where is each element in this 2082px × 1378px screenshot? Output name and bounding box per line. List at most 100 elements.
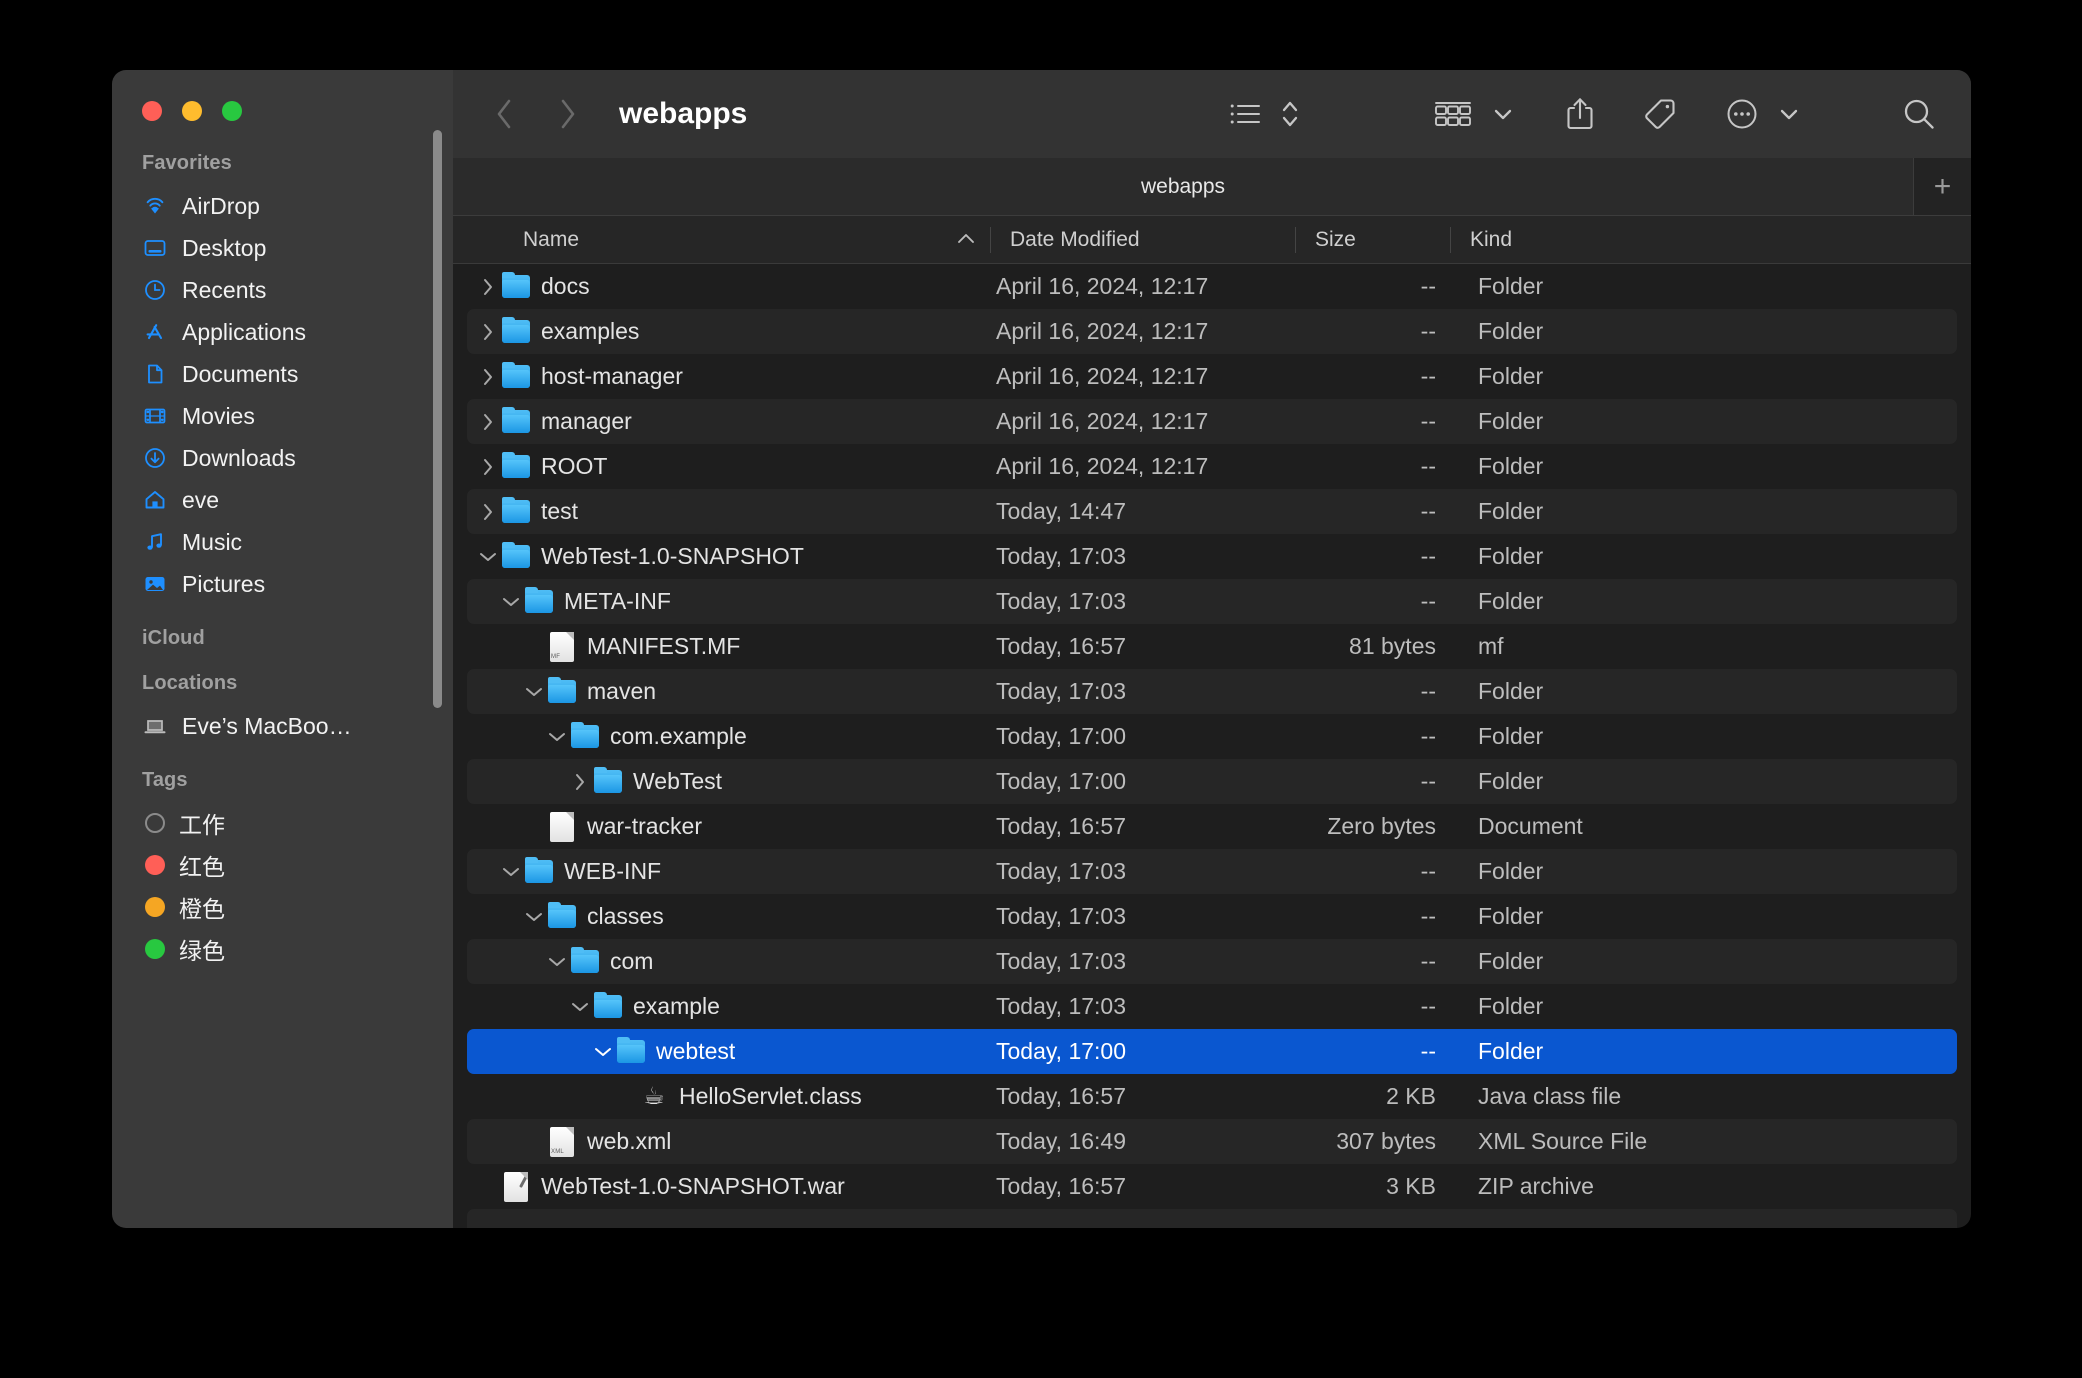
file-kind-cell: mf xyxy=(1478,633,1504,659)
chevron-down-icon[interactable] xyxy=(521,684,547,700)
file-list[interactable]: docs April 16, 2024, 12:17 -- Folder example… xyxy=(453,264,1971,1228)
search-icon[interactable] xyxy=(1895,91,1943,137)
file-name-cell: maven xyxy=(467,677,990,707)
file-name-cell: example xyxy=(467,992,990,1022)
file-kind-cell: Folder xyxy=(1478,273,1544,299)
sidebar-item-downloads[interactable]: Downloads xyxy=(112,437,453,479)
table-row[interactable]: WEB-INF Today, 17:03 -- Folder xyxy=(467,849,1957,894)
file-size-cell: -- xyxy=(1420,993,1436,1019)
file-name-label: docs xyxy=(541,273,590,299)
column-header-kind[interactable]: Kind xyxy=(1450,216,1971,264)
file-name-cell: war-tracker xyxy=(467,811,990,842)
chevron-down-icon[interactable] xyxy=(567,999,593,1015)
file-name-label: ROOT xyxy=(541,453,608,479)
file-date-cell: Today, 17:03 xyxy=(996,588,1127,614)
sidebar-item-airdrop[interactable]: AirDrop xyxy=(112,185,453,227)
table-row[interactable]: war-tracker Today, 16:57 Zero bytes Documen… xyxy=(467,804,1957,849)
zoom-button[interactable] xyxy=(222,101,242,121)
column-header-date-modified[interactable]: Date Modified xyxy=(990,216,1295,264)
table-row[interactable]: ROOT April 16, 2024, 12:17 -- Folder xyxy=(467,444,1957,489)
column-header-name[interactable]: Name xyxy=(453,216,990,264)
column-header-size[interactable]: Size xyxy=(1295,216,1450,264)
sidebar-item-movies[interactable]: Movies xyxy=(112,395,453,437)
minimize-button[interactable] xyxy=(182,101,202,121)
sidebar-item-label: Downloads xyxy=(182,444,296,471)
folder-icon xyxy=(547,902,577,932)
forward-button[interactable] xyxy=(545,91,591,137)
table-row[interactable]: com Today, 17:03 -- Folder xyxy=(467,939,1957,984)
table-row[interactable]: test Today, 14:47 -- Folder xyxy=(467,489,1957,534)
table-row[interactable]: ☕ HelloServlet.class Today, 16:57 2 KB Java … xyxy=(467,1074,1957,1119)
tab-webapps[interactable]: webapps xyxy=(453,158,1913,215)
sidebar-tag-work[interactable]: 工作 xyxy=(112,802,453,844)
table-row[interactable]: maven Today, 17:03 -- Folder xyxy=(467,669,1957,714)
sidebar-item-desktop[interactable]: Desktop xyxy=(112,227,453,269)
group-by-chevron-down-icon[interactable] xyxy=(1487,91,1519,137)
sort-updown-icon[interactable] xyxy=(1273,91,1307,137)
sidebar-item-pictures[interactable]: Pictures xyxy=(112,563,453,605)
chevron-down-icon[interactable] xyxy=(544,729,570,745)
file-size-cell: -- xyxy=(1420,768,1436,794)
table-row[interactable]: host-manager April 16, 2024, 12:17 -- Folde… xyxy=(467,354,1957,399)
sidebar-item-eve[interactable]: eve xyxy=(112,479,453,521)
file-date-cell: Today, 16:57 xyxy=(996,633,1127,659)
chevron-right-icon[interactable] xyxy=(475,276,501,298)
file-size-cell: Zero bytes xyxy=(1327,813,1436,839)
chevron-right-icon[interactable] xyxy=(475,321,501,343)
sidebar-scrollbar[interactable] xyxy=(433,130,442,708)
table-row[interactable]: example Today, 17:03 -- Folder xyxy=(467,984,1957,1029)
chevron-right-icon[interactable] xyxy=(475,366,501,388)
table-row[interactable]: META-INF Today, 17:03 -- Folder xyxy=(467,579,1957,624)
table-row[interactable]: examples April 16, 2024, 12:17 -- Folder xyxy=(467,309,1957,354)
chevron-down-icon[interactable] xyxy=(498,594,524,610)
group-by-icon[interactable] xyxy=(1427,91,1479,137)
table-row[interactable]: MF MANIFEST.MF Today, 16:57 81 bytes mf xyxy=(467,624,1957,669)
table-row[interactable]: webtest Today, 17:00 -- Folder xyxy=(467,1029,1957,1074)
table-row[interactable]: WebTest-1.0-SNAPSHOT.war Today, 16:57 3 KB… xyxy=(467,1164,1957,1209)
chevron-right-icon[interactable] xyxy=(475,411,501,433)
folder-icon xyxy=(501,317,531,347)
file-date-cell: April 16, 2024, 12:17 xyxy=(996,453,1209,479)
more-ellipsis-icon[interactable] xyxy=(1719,91,1765,137)
chevron-down-icon[interactable] xyxy=(521,909,547,925)
table-row[interactable]: classes Today, 17:03 -- Folder xyxy=(467,894,1957,939)
sidebar-item-eves-macbook[interactable]: Eve’s MacBoo… xyxy=(112,705,453,747)
chevron-down-icon[interactable] xyxy=(590,1044,616,1060)
file-date-cell: Today, 17:03 xyxy=(996,543,1127,569)
sidebar-tag-red[interactable]: 红色 xyxy=(112,844,453,886)
file-kind-cell: Folder xyxy=(1478,363,1544,389)
chevron-down-icon[interactable] xyxy=(498,864,524,880)
sidebar-tag-green[interactable]: 绿色 xyxy=(112,928,453,970)
tag-icon[interactable] xyxy=(1637,91,1683,137)
back-button[interactable] xyxy=(481,91,527,137)
file-kind-cell: Document xyxy=(1478,813,1583,839)
chevron-right-icon[interactable] xyxy=(475,501,501,523)
table-row[interactable]: WebTest-1.0-SNAPSHOT Today, 17:03 -- Folder xyxy=(467,534,1957,579)
more-chevron-down-icon[interactable] xyxy=(1773,91,1805,137)
sidebar-item-recents[interactable]: Recents xyxy=(112,269,453,311)
sidebar-item-music[interactable]: Music xyxy=(112,521,453,563)
table-row[interactable]: manager April 16, 2024, 12:17 -- Folder xyxy=(467,399,1957,444)
file-kind-cell: Folder xyxy=(1478,948,1544,974)
table-row[interactable]: com.example Today, 17:00 -- Folder xyxy=(467,714,1957,759)
chevron-down-icon[interactable] xyxy=(475,549,501,565)
sidebar-item-applications[interactable]: Applications xyxy=(112,311,453,353)
close-button[interactable] xyxy=(142,101,162,121)
chevron-right-icon[interactable] xyxy=(567,771,593,793)
chevron-down-icon[interactable] xyxy=(544,954,570,970)
list-view-icon[interactable] xyxy=(1223,91,1269,137)
new-tab-button[interactable]: + xyxy=(1913,158,1971,215)
table-row[interactable]: docs April 16, 2024, 12:17 -- Folder xyxy=(467,264,1957,309)
table-row[interactable]: WebTest Today, 17:00 -- Folder xyxy=(467,759,1957,804)
sidebar-tag-orange[interactable]: 橙色 xyxy=(112,886,453,928)
sidebar-item-label: AirDrop xyxy=(182,192,260,219)
sidebar-item-documents[interactable]: Documents xyxy=(112,353,453,395)
folder-icon xyxy=(570,722,600,752)
chevron-right-icon[interactable] xyxy=(475,456,501,478)
sidebar-section-tags: Tags xyxy=(142,769,188,791)
file-name-label: war-tracker xyxy=(587,813,703,839)
share-icon[interactable] xyxy=(1559,91,1601,137)
document-icon xyxy=(142,361,168,387)
table-row[interactable]: XML web.xml Today, 16:49 307 bytes XML Sourc… xyxy=(467,1119,1957,1164)
file-kind-cell: Folder xyxy=(1478,498,1544,524)
